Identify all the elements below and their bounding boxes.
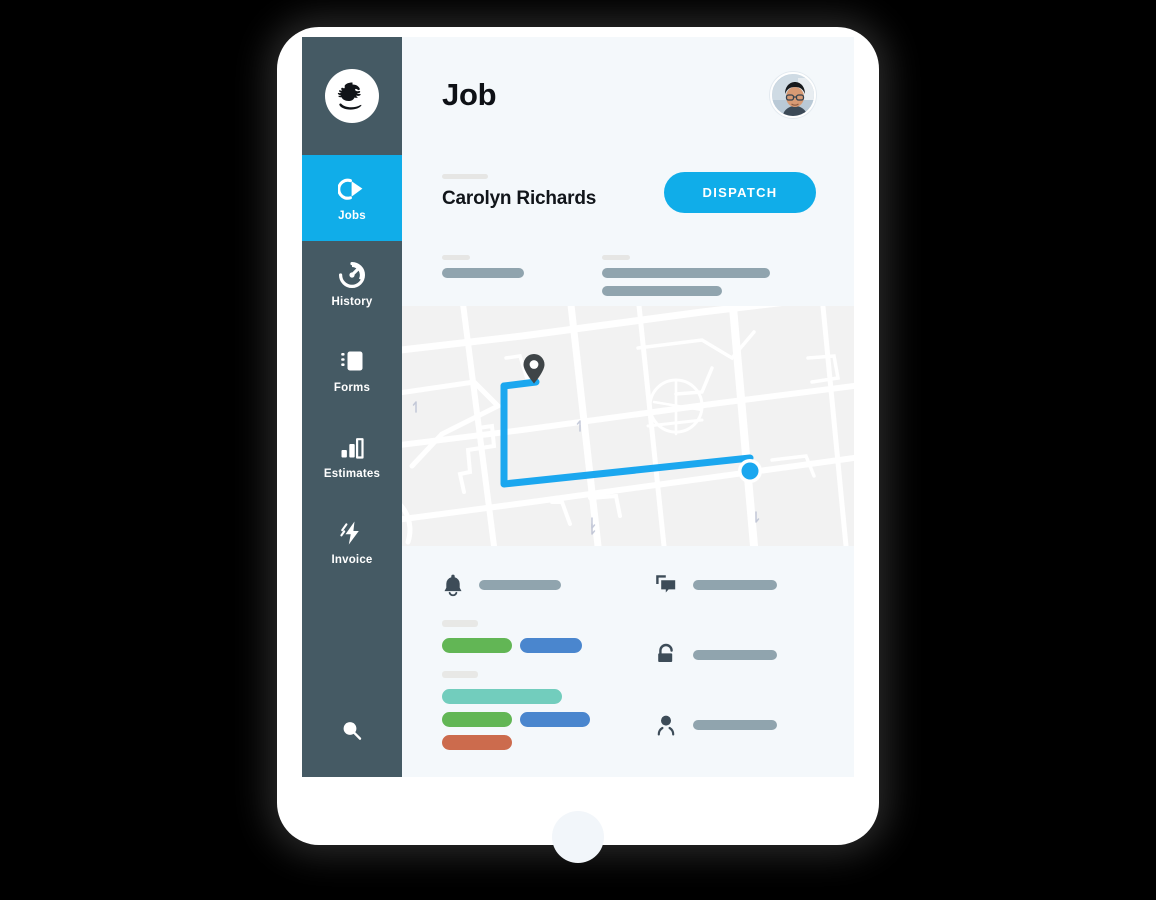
row-spacer: [654, 602, 816, 638]
sidebar-search-button[interactable]: [302, 685, 402, 777]
chip-tag[interactable]: [442, 735, 512, 750]
search-icon: [343, 722, 362, 740]
bar-chart-icon: [341, 437, 364, 459]
meta-value-placeholder: [602, 268, 770, 278]
chip-tag[interactable]: [520, 638, 582, 653]
play-circle-icon: [338, 178, 363, 200]
sidebar-item-label-history: History: [331, 295, 373, 308]
bell-icon: [444, 574, 462, 597]
assignee-row[interactable]: [654, 708, 816, 742]
sidebar-item-history[interactable]: History: [302, 241, 402, 327]
home-button[interactable]: [552, 811, 604, 863]
device-screen: Jobs History Forms Estimates Invoice Job…: [302, 37, 854, 777]
row-spacer: [654, 672, 816, 708]
main-content: Job Carolyn Richards DISPATCH: [402, 37, 854, 777]
sidebar-item-invoice[interactable]: Invoice: [302, 499, 402, 585]
job-meta-strip: [402, 231, 854, 296]
notification-row[interactable]: [442, 568, 622, 602]
chip-tag[interactable]: [442, 712, 512, 727]
sidebar-item-estimates[interactable]: Estimates: [302, 413, 402, 499]
padlock-open-icon: [658, 643, 673, 662]
permissions-row[interactable]: [654, 638, 816, 672]
job-route-map[interactable]: [402, 306, 854, 546]
notification-text-placeholder: [479, 580, 561, 590]
forms-notebook-icon: [341, 351, 363, 370]
details-left-column: [442, 568, 622, 777]
messages-text-placeholder: [693, 580, 777, 590]
sidebar-item-label-forms: Forms: [333, 381, 371, 394]
sidebar-item-label-jobs: Jobs: [338, 209, 366, 222]
sidebar-item-forms[interactable]: Forms: [302, 327, 402, 413]
permissions-text-placeholder: [693, 650, 777, 660]
user-avatar-photo-icon: [772, 74, 814, 116]
bearded-figure-logo-icon: [337, 82, 362, 110]
person-icon: [657, 715, 675, 736]
sidebar-item-jobs[interactable]: Jobs: [302, 155, 402, 241]
group-caption-placeholder: [442, 671, 478, 678]
meta-value-placeholder: [442, 268, 524, 278]
messages-row[interactable]: [654, 568, 816, 602]
tablet-device-frame: Jobs History Forms Estimates Invoice Job…: [277, 27, 879, 863]
sidebar-item-label-estimates: Estimates: [323, 467, 381, 480]
meta-value-placeholder: [602, 286, 722, 296]
logo-container: [302, 37, 402, 155]
chat-bubbles-icon: [656, 575, 676, 593]
page-title: Job: [442, 77, 497, 112]
group-caption-placeholder: [442, 620, 478, 627]
job-meta-column-2: [602, 255, 770, 296]
history-dial-icon: [339, 261, 365, 288]
chip-list-2: [442, 689, 622, 750]
chip-tag[interactable]: [442, 638, 512, 653]
job-summary-left: Carolyn Richards: [442, 174, 596, 210]
app-logo[interactable]: [325, 69, 379, 123]
details-group-1: [442, 620, 622, 653]
map-canvas: [402, 306, 854, 546]
chip-tag[interactable]: [520, 712, 590, 727]
job-details: [402, 546, 854, 777]
destination-dot-icon: [738, 459, 762, 483]
details-group-2: [442, 671, 622, 750]
assignee-text-placeholder: [693, 720, 777, 730]
job-label-placeholder: [442, 174, 488, 179]
sidebar-item-label-invoice: Invoice: [331, 553, 373, 566]
meta-caption-placeholder: [442, 255, 470, 260]
sidebar: Jobs History Forms Estimates Invoice: [302, 37, 402, 777]
job-summary-row: Carolyn Richards DISPATCH: [402, 153, 854, 231]
screenshot-stage: Jobs History Forms Estimates Invoice Job…: [0, 0, 1156, 900]
dispatch-button[interactable]: DISPATCH: [664, 171, 816, 213]
job-meta-column-1: [442, 255, 524, 296]
chip-tag[interactable]: [442, 689, 562, 704]
meta-caption-placeholder: [602, 255, 630, 260]
customer-name: Carolyn Richards: [442, 188, 597, 209]
chip-list-1: [442, 638, 622, 653]
content-header: Job: [402, 37, 854, 153]
avatar[interactable]: [770, 72, 816, 118]
details-right-column: [654, 568, 816, 777]
lightning-bolt-icon: [340, 521, 359, 544]
